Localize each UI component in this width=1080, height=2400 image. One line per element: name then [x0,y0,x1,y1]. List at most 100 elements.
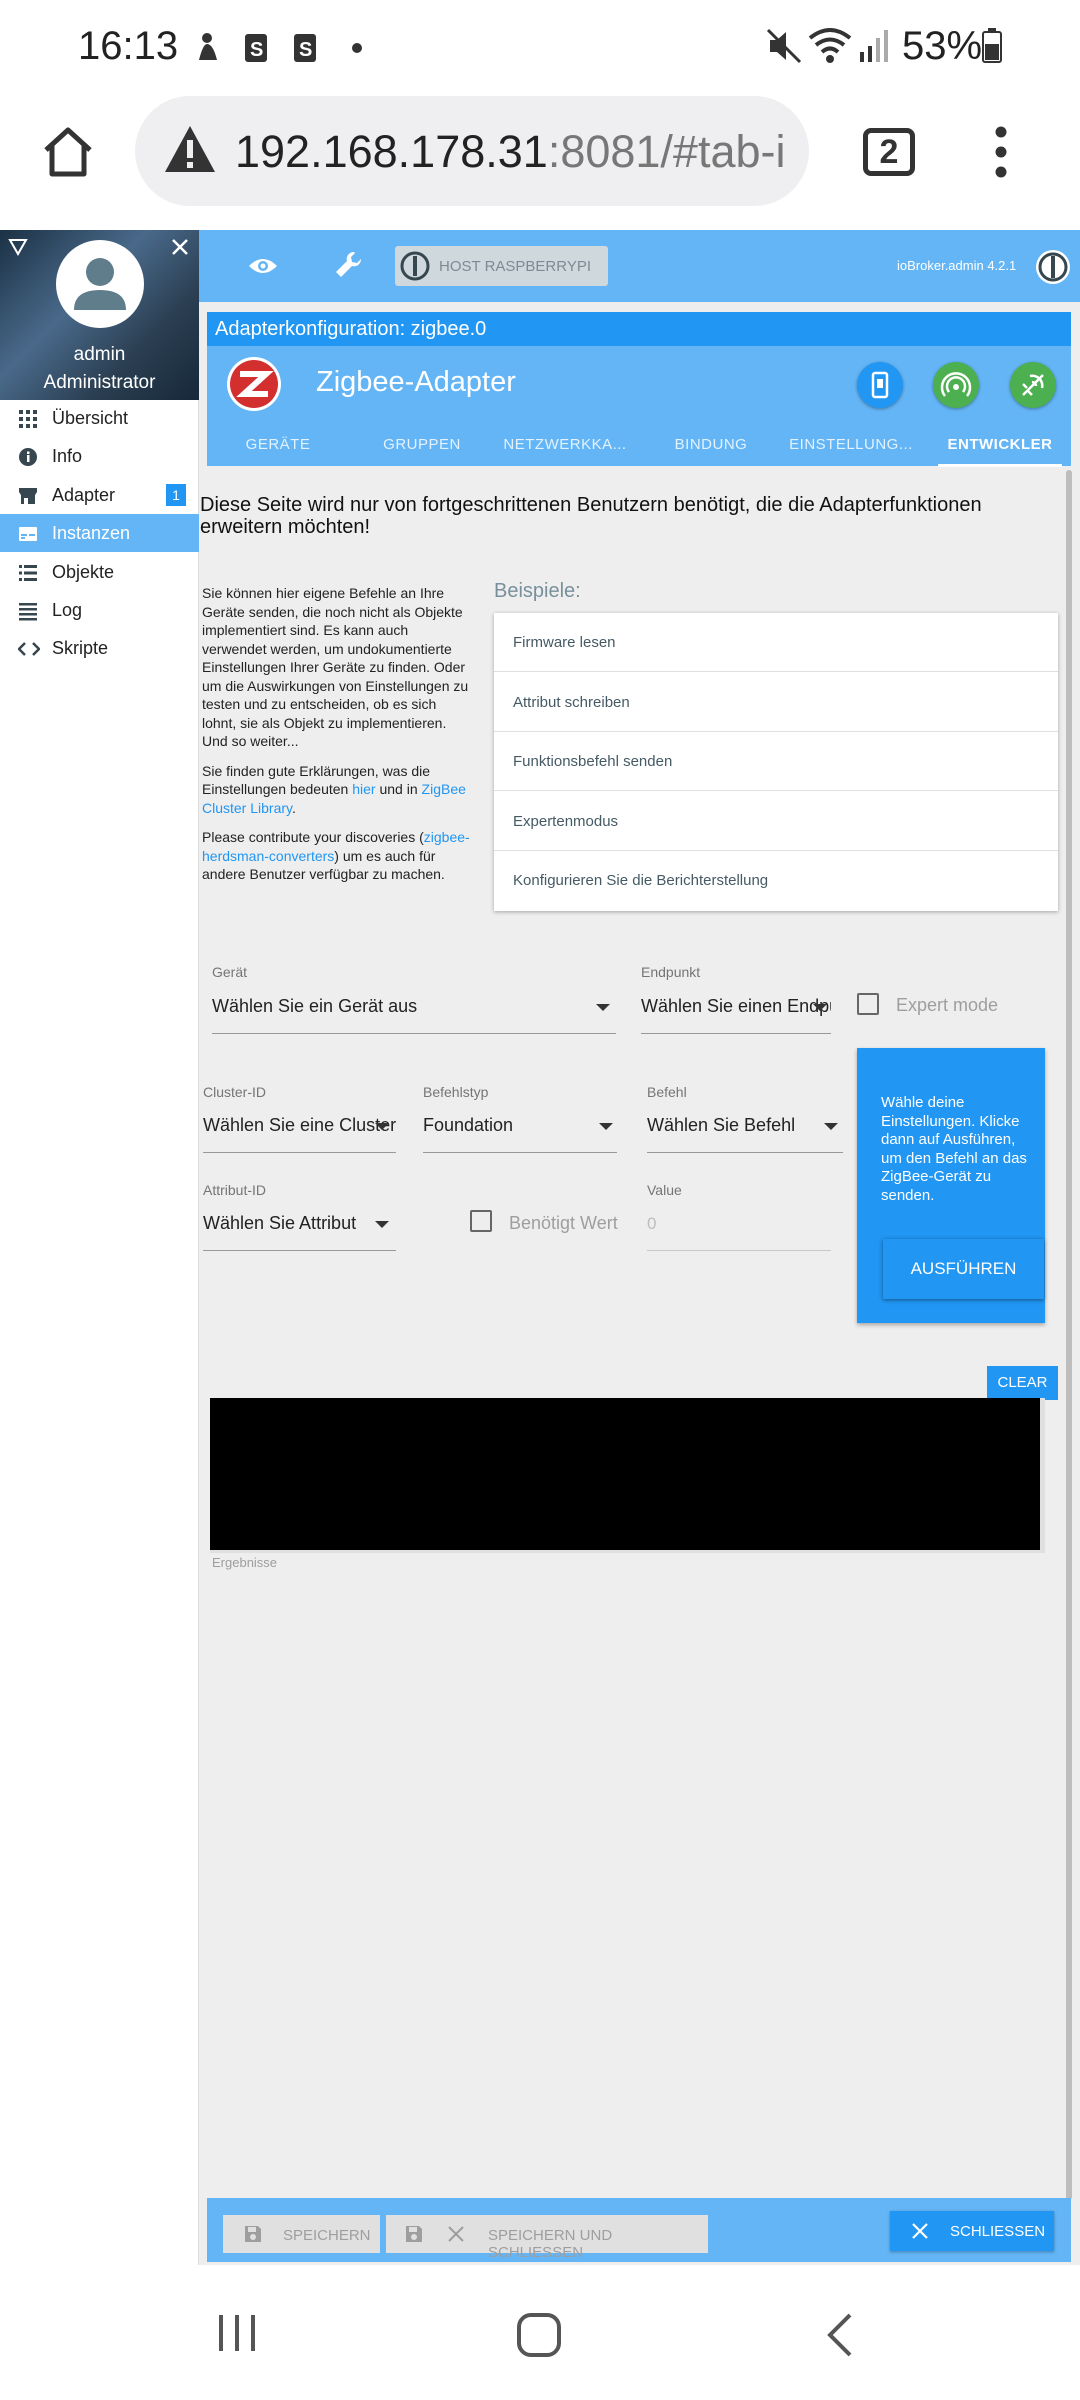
profile-panel: admin Administrator [0,230,199,400]
command-select[interactable]: Wählen Sie Befehl [647,1107,843,1153]
tab-netzwerkkarte[interactable]: NETZWERKKA... [500,436,630,466]
sidebar-item-label: Objekte [52,562,115,582]
iobroker-logo-icon [1034,248,1072,286]
tab-geraete[interactable]: GERÄTE [218,436,338,466]
examples-list: Firmware lesen Attribut schreiben Funkti… [494,613,1058,911]
device-select[interactable]: Wählen Sie ein Gerät aus [212,988,616,1034]
endpoint-select[interactable]: Wählen Sie einen Endpunkt [641,988,831,1034]
log-icon [18,601,38,621]
expert-mode-checkbox[interactable] [857,993,879,1015]
host-label: HOST RASPBERRYPI [439,258,591,275]
dialog-title: Adapterkonfiguration: zigbee.0 [207,312,1071,346]
developer-intro: Diese Seite wird nur von fortgeschritten… [200,494,982,538]
save-close-button[interactable]: SPEICHERN UND SCHLIESSEN [386,2215,708,2261]
filter-icon[interactable] [8,238,28,256]
tab-gruppen[interactable]: GRUPPEN [362,436,482,466]
command-type-label: Befehlstyp [423,1084,489,1100]
back-icon[interactable] [822,2311,858,2359]
address-bar[interactable]: 192.168.178.31:8081/#tab-i [135,96,809,206]
clear-button[interactable]: CLEAR [987,1366,1058,1400]
scrollbar[interactable] [1066,470,1072,2200]
dialog-title-text: Adapterkonfiguration: zigbee.0 [215,318,487,340]
example-function-command[interactable]: Funktionsbefehl senden [494,732,1058,791]
sidebar-item-log[interactable]: Log [0,591,199,629]
developer-description: Sie können hier eigene Befehle an Ihre G… [202,584,474,884]
warning-icon [163,124,217,174]
grid-icon [18,409,38,429]
example-firmware[interactable]: Firmware lesen [494,613,1058,672]
host-selector-button[interactable]: HOST RASPBERRYPI [395,246,608,286]
battery-icon [982,28,1002,64]
svg-text:S: S [250,39,263,61]
tab-entwickler[interactable]: ENTWICKLER [938,436,1062,466]
wifi-icon [808,26,852,66]
sidebar-item-label: Log [52,600,83,620]
example-expert-mode[interactable]: Expertenmodus [494,792,1058,851]
chevron-down-icon [813,1004,827,1011]
sidebar-item-adapter[interactable]: Adapter 1 [0,476,199,514]
code-icon [18,639,40,659]
close-button[interactable]: SCHLIESSEN [890,2211,1054,2251]
contribute-pre: Please contribute your discoveries ( [202,829,424,845]
device-label: Gerät [212,964,248,980]
url-path: :8081/#tab-i [547,126,786,177]
pairing-mode-button[interactable] [933,362,979,408]
avatar [56,240,144,328]
attribute-select[interactable]: Wählen Sie Attribut [203,1205,396,1251]
example-label: Expertenmodus [513,813,619,830]
sidebar-item-uebersicht[interactable]: Übersicht [0,399,199,437]
store-icon [18,486,38,506]
url-host: 192.168.178.31 [235,126,548,177]
instances-icon [18,524,38,544]
user-role: Administrator [43,372,156,393]
sidebar-item-label: Skripte [52,638,109,658]
value-input[interactable]: 0 [647,1205,831,1251]
tab-einstellungen[interactable]: EINSTELLUNG... [786,436,916,466]
tab-bindung[interactable]: BINDUNG [651,436,771,466]
mute-icon [766,28,802,64]
sidebar-item-instanzen[interactable]: Instanzen [0,514,199,552]
touchlink-button[interactable] [1010,362,1056,408]
save-button[interactable]: SPEICHERN [223,2215,380,2253]
run-button[interactable]: AUSFÜHREN [883,1239,1044,1299]
sidebar-item-skripte[interactable]: Skripte [0,629,199,667]
tab-count-button[interactable]: 2 [863,128,915,176]
cluster-value: Wählen Sie eine Cluster-ID [203,1115,396,1135]
explanations-mid: und in [379,781,418,797]
link-hier[interactable]: hier [352,781,375,797]
signal-icon [858,28,890,64]
command-type-select[interactable]: Foundation [423,1107,617,1153]
url-text: 192.168.178.31:8081/#tab-i [235,126,786,178]
close-icon[interactable] [171,238,189,256]
example-label: Firmware lesen [513,634,616,651]
sidebar-item-objekte[interactable]: Objekte [0,553,199,591]
iobroker-logo-icon [400,251,430,281]
close-label: SCHLIESSEN [950,2223,1046,2240]
update-badge: 1 [166,484,186,506]
pair-device-button[interactable] [857,362,903,408]
explanations-text: Sie finden gute Erklärungen, was die Ein… [202,762,466,816]
home-button-icon[interactable] [515,2311,563,2359]
chevron-down-icon [375,1221,389,1228]
needs-value-checkbox[interactable] [470,1210,492,1232]
command-type-value: Foundation [423,1115,514,1135]
example-write-attribute[interactable]: Attribut schreiben [494,673,1058,732]
home-icon[interactable] [40,124,96,180]
adapter-name: Zigbee-Adapter [316,366,516,398]
device-value: Wählen Sie ein Gerät aus [212,996,418,1016]
eye-icon[interactable] [248,254,278,278]
save-close-label: SPEICHERN UND SCHLIESSEN [488,2227,613,2261]
sidebar-item-info[interactable]: Info [0,437,199,475]
endpoint-label: Endpunkt [641,964,701,980]
save-icon [243,2224,263,2244]
more-menu-icon[interactable] [991,124,1011,180]
cluster-select[interactable]: Wählen Sie eine Cluster-ID [203,1107,396,1153]
tab-indicator [938,464,1062,467]
value-label: Value [647,1182,682,1198]
wrench-icon[interactable] [334,250,364,280]
attribute-value: Wählen Sie Attribut [203,1213,357,1233]
recent-apps-icon[interactable] [215,2311,259,2355]
contribute-text: Please contribute your discoveries (zigb… [202,828,474,884]
chevron-down-icon [375,1123,389,1130]
example-reporting[interactable]: Konfigurieren Sie die Berichterstellung [494,851,1058,910]
